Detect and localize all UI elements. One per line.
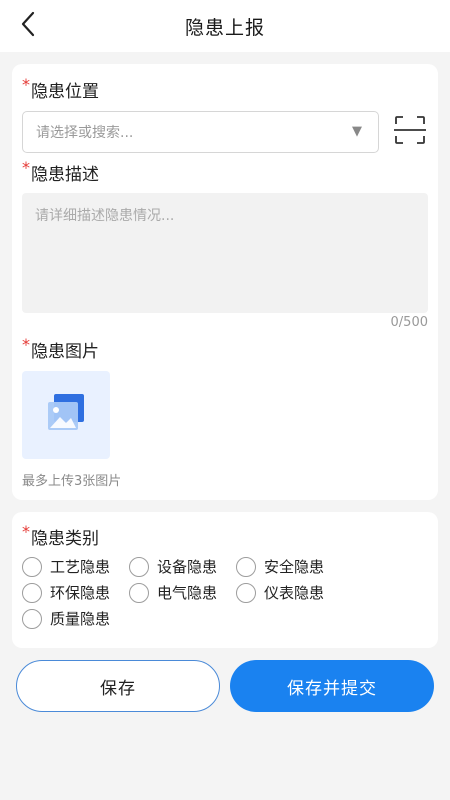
dropdown-triangle-icon: ▼: [352, 124, 362, 139]
radio-option-label: 环保隐患: [50, 584, 111, 602]
save-button[interactable]: 保存: [16, 660, 220, 712]
image-upload-button[interactable]: [22, 371, 110, 459]
radio-circle-icon: [129, 582, 149, 603]
radio-option-label: 质量隐患: [50, 610, 111, 628]
radio-circle-icon: [129, 556, 149, 577]
upload-limit-tip: 最多上传3张图片: [22, 474, 122, 489]
image-upload-icon: [45, 392, 87, 438]
radio-option[interactable]: 电气隐患: [129, 582, 217, 603]
radio-circle-icon: [22, 556, 42, 577]
radio-option[interactable]: 工艺隐患: [22, 556, 110, 577]
radio-option-label: 安全隐患: [264, 558, 325, 576]
page-title: 隐患上报: [184, 16, 265, 39]
radio-option[interactable]: 质量隐患: [22, 608, 110, 629]
location-label: * 隐患位置: [22, 75, 99, 103]
radio-option[interactable]: 设备隐患: [129, 556, 217, 577]
report-form-card: * 隐患位置 请选择或搜索... ▼ * 隐患描述 请详细描述隐患情况... 0…: [12, 64, 438, 500]
images-label-text: 隐患图片: [31, 342, 99, 362]
character-counter: 0/500: [390, 315, 428, 330]
radio-circle-icon: [22, 582, 42, 603]
required-mark: *: [22, 335, 30, 354]
description-textarea[interactable]: 请详细描述隐患情况...: [22, 193, 428, 313]
location-select-placeholder: 请选择或搜索...: [36, 125, 134, 141]
radio-option-label: 设备隐患: [157, 558, 218, 576]
scan-button[interactable]: [393, 116, 427, 148]
radio-circle-icon: [236, 556, 256, 577]
radio-option-label: 工艺隐患: [50, 558, 111, 576]
radio-option-label: 仪表隐患: [264, 584, 325, 602]
save-and-submit-button[interactable]: 保存并提交: [230, 660, 434, 712]
images-label: * 隐患图片: [22, 335, 99, 363]
description-label: * 隐患描述: [22, 158, 99, 186]
chevron-left-icon: [20, 11, 36, 41]
required-mark: *: [22, 158, 30, 177]
location-label-text: 隐患位置: [31, 82, 99, 102]
location-select[interactable]: 请选择或搜索... ▼: [22, 111, 379, 153]
radio-option[interactable]: 仪表隐患: [236, 582, 324, 603]
description-label-text: 隐患描述: [31, 165, 99, 185]
category-label-text: 隐患类别: [31, 529, 99, 549]
category-label: * 隐患类别: [22, 522, 99, 550]
top-nav-bar: 隐患上报: [0, 0, 450, 52]
required-mark: *: [22, 75, 30, 94]
description-placeholder: 请详细描述隐患情况...: [35, 208, 175, 224]
radio-option[interactable]: 安全隐患: [236, 556, 324, 577]
back-button[interactable]: [14, 11, 42, 41]
radio-option[interactable]: 环保隐患: [22, 582, 110, 603]
required-mark: *: [22, 522, 30, 541]
radio-circle-icon: [22, 608, 42, 629]
radio-option-label: 电气隐患: [157, 584, 218, 602]
scan-icon: [394, 115, 426, 149]
category-card: * 隐患类别 工艺隐患 设备隐患 安全隐患 环保隐患 电气隐患 仪表隐患 质量隐…: [12, 512, 438, 648]
radio-circle-icon: [236, 582, 256, 603]
